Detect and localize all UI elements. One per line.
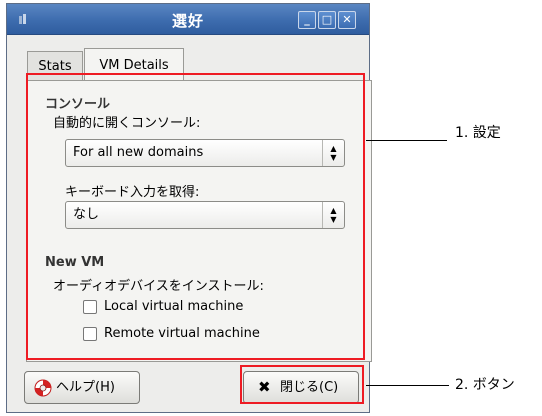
settings-callout-line <box>366 140 447 141</box>
close-window-button[interactable]: ✕ <box>338 11 356 29</box>
button-callout-line <box>366 385 449 386</box>
buttons-highlight-box <box>240 365 364 404</box>
help-lifebuoy-icon <box>34 379 52 397</box>
settings-callout-label: 1. 設定 <box>455 125 501 141</box>
help-button-label: ヘルプ(H) <box>56 380 115 395</box>
settings-highlight-box <box>26 73 365 360</box>
minimize-button[interactable]: _ <box>298 11 316 29</box>
stage: 選好 _ □ ✕ Stats VM Details コンソール 自動的に開くコン… <box>0 0 542 416</box>
button-callout-label: 2. ボタン <box>455 377 515 393</box>
help-button[interactable]: ヘルプ(H) <box>24 371 140 404</box>
maximize-button[interactable]: □ <box>318 11 336 29</box>
title-bar[interactable]: 選好 _ □ ✕ <box>7 4 369 35</box>
